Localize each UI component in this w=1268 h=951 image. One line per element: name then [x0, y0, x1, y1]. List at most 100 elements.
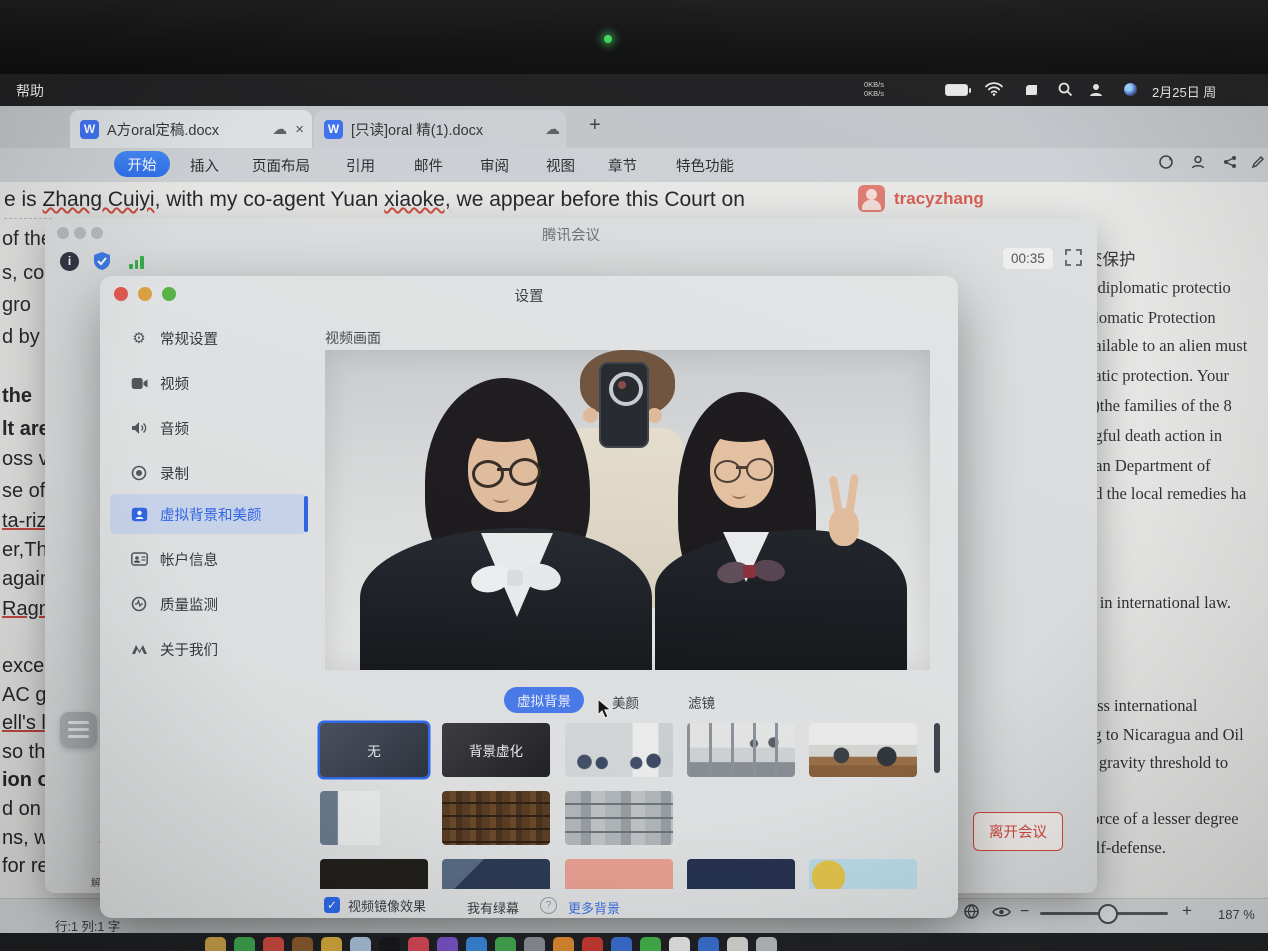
ribbon-tab-home[interactable]: 开始 [114, 151, 170, 177]
bg-option-blur[interactable]: 背景虚化 [442, 723, 550, 777]
bg-thumb-meeting-room[interactable] [565, 723, 673, 777]
dock-app-icon[interactable] [321, 937, 342, 951]
floating-menu-button[interactable] [60, 712, 97, 748]
security-shield-icon[interactable] [92, 251, 112, 276]
ribbon-tab-special[interactable]: 特色功能 [676, 155, 734, 176]
dock-app-icon[interactable] [234, 937, 255, 951]
bg-thumb-partial[interactable] [320, 859, 428, 889]
bg-thumb-office-shelf[interactable] [565, 791, 673, 845]
search-icon[interactable] [1058, 82, 1073, 102]
bg-thumb-partial[interactable] [442, 859, 550, 889]
doc-text-misspelled: Zhang Cuiyi, [43, 188, 161, 211]
ribbon-tab-references[interactable]: 引用 [346, 155, 375, 176]
edit-pencil-icon[interactable] [1250, 154, 1266, 170]
dock-app-icon[interactable] [669, 937, 690, 951]
tab-filter[interactable]: 滤镜 [688, 692, 715, 712]
cloud-sync-icon[interactable]: ☁ [545, 120, 560, 138]
fullscreen-icon[interactable] [1065, 249, 1082, 271]
dock-app-icon[interactable] [466, 937, 487, 951]
sidebar-item-about[interactable]: 关于我们 [110, 629, 306, 669]
thumbnail-scrollbar[interactable] [934, 723, 940, 773]
battery-icon[interactable] [945, 84, 968, 96]
ribbon-tab-mailings[interactable]: 邮件 [414, 155, 443, 176]
dock-app-icon[interactable] [727, 937, 748, 951]
ribbon-tab-layout[interactable]: 页面布局 [252, 155, 310, 176]
tab-virtual-background[interactable]: 虚拟背景 [504, 687, 584, 713]
bg-thumb-bright-desk[interactable] [809, 791, 917, 845]
mirror-checkbox-row[interactable]: ✓ 视频镜像效果 [324, 896, 426, 914]
zoom-slider-knob[interactable] [1098, 904, 1118, 924]
ribbon-tab-view[interactable]: 视图 [546, 155, 575, 176]
wifi-icon[interactable] [985, 82, 1003, 101]
comment-header[interactable]: tracyzhang [858, 185, 984, 212]
bg-thumb-cafe[interactable] [687, 791, 795, 845]
zoom-level[interactable]: 187 % [1218, 907, 1255, 922]
sidebar-item-recording[interactable]: 录制 [110, 453, 306, 493]
green-screen-label[interactable]: 我有绿幕 [467, 898, 519, 917]
dock-trash-icon[interactable] [756, 937, 777, 951]
bg-thumb-partial[interactable] [565, 859, 673, 889]
bg-option-none[interactable]: 无 [320, 723, 428, 777]
sidebar-item-audio[interactable]: 音频 [110, 408, 306, 448]
dock-app-icon[interactable] [582, 937, 603, 951]
cloud-sync-icon[interactable]: ☁ [272, 120, 287, 138]
web-layout-icon[interactable] [963, 903, 980, 925]
menubar-help[interactable]: 帮助 [16, 81, 44, 101]
zoom-in-button[interactable]: + [1182, 901, 1192, 921]
dock-app-icon[interactable] [495, 937, 516, 951]
dock-app-icon[interactable] [611, 937, 632, 951]
tab-doc-2[interactable]: W [只读]oral 精(1).docx ☁ [314, 110, 566, 148]
leave-meeting-button[interactable]: 离开会议 [973, 812, 1063, 851]
help-question-icon[interactable]: ? [540, 897, 557, 914]
doc-fragment: ed in international law. [1080, 593, 1231, 613]
user-switch-icon[interactable] [1088, 82, 1104, 102]
doc-text-misspelled: xiaoke, [384, 188, 451, 211]
menubar-clock[interactable]: 2月25日 周 [1152, 82, 1216, 101]
ribbon-tab-section[interactable]: 章节 [608, 155, 637, 176]
sidebar-label: 音频 [160, 418, 189, 439]
eye-protect-icon[interactable] [992, 905, 1011, 924]
meeting-info-icon[interactable]: i [60, 252, 79, 271]
bg-thumb-bedroom[interactable] [320, 791, 428, 845]
network-signal-icon [129, 256, 144, 269]
more-backgrounds-link[interactable]: 更多背景 [568, 898, 620, 917]
ribbon-tab-insert[interactable]: 插入 [190, 155, 219, 176]
bg-thumb-partial[interactable] [687, 859, 795, 889]
sidebar-item-quality[interactable]: 质量监测 [110, 584, 306, 624]
network-speed: 0KB/s 0KB/s [850, 80, 884, 98]
dock-app-icon[interactable] [292, 937, 313, 951]
doc-text: e is [4, 188, 43, 211]
dock-app-icon[interactable] [524, 937, 545, 951]
doc-fragment: ling to Nicaragua and Oil [1076, 725, 1244, 745]
dock-app-icon[interactable] [640, 937, 661, 951]
dock-app-icon[interactable] [205, 937, 226, 951]
dock-app-icon[interactable] [350, 937, 371, 951]
input-method-icon[interactable] [1023, 82, 1038, 96]
bg-thumb-partial[interactable] [809, 859, 917, 889]
bg-thumb-glass-office[interactable] [687, 723, 795, 777]
bg-thumb-bookshelf[interactable] [442, 791, 550, 845]
ribbon-tab-review[interactable]: 审阅 [480, 155, 509, 176]
dock-app-icon[interactable] [263, 937, 284, 951]
dock-app-icon[interactable] [698, 937, 719, 951]
collaborate-person-icon[interactable] [1190, 154, 1206, 170]
close-tab-icon[interactable]: × [295, 121, 304, 138]
sidebar-item-video[interactable]: 视频 [110, 363, 306, 403]
sync-icon[interactable] [1158, 154, 1174, 170]
dock-app-icon[interactable] [379, 937, 400, 951]
checkbox-checked-icon[interactable]: ✓ [324, 897, 340, 913]
share-icon[interactable] [1222, 154, 1238, 170]
dock-app-icon[interactable] [553, 937, 574, 951]
tab-doc-1[interactable]: W A方oral定稿.docx ☁ × [70, 110, 312, 148]
zoom-out-button[interactable]: − [1020, 903, 1029, 921]
dock-app-icon[interactable] [437, 937, 458, 951]
sidebar-item-account[interactable]: 帐户信息 [110, 539, 306, 579]
sidebar-item-general[interactable]: ⚙ 常规设置 [110, 318, 306, 358]
tab-beauty[interactable]: 美颜 [612, 692, 639, 712]
record-icon [130, 465, 148, 481]
sidebar-item-virtual-background[interactable]: 虚拟背景和美颜 [110, 494, 306, 534]
dock-app-icon[interactable] [408, 937, 429, 951]
siri-icon[interactable] [1124, 83, 1137, 96]
new-tab-button[interactable]: + [589, 114, 601, 137]
bg-thumb-loft-office[interactable] [809, 723, 917, 777]
